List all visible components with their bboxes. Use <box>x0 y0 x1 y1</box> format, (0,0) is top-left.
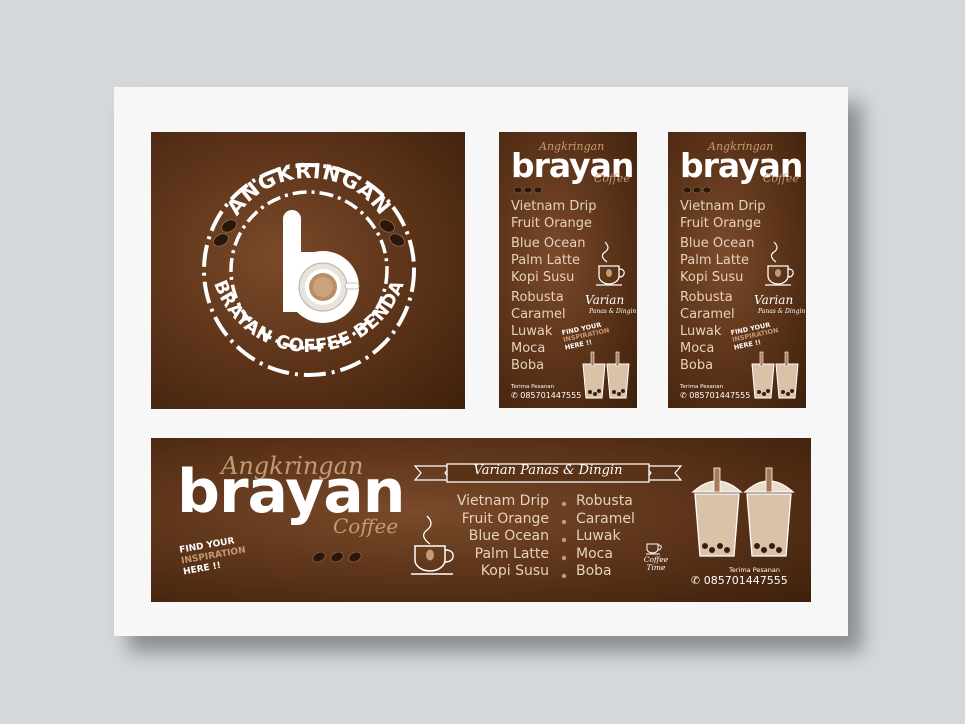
tagline: FIND YOUR INSPIRATION HERE !! <box>178 536 247 578</box>
coffee-bean-icon <box>682 186 712 194</box>
script-coffee: Coffee <box>333 514 399 538</box>
coffee-bean-icon <box>312 551 362 563</box>
whatsapp-icon: ✆ <box>680 391 687 400</box>
menu-right: Robusta Caramel Luwak Moca Boba <box>576 494 635 582</box>
script-coffee: Coffee <box>594 172 630 185</box>
menu-item: Fruit Orange <box>461 510 549 527</box>
menu-item: Kopi Susu <box>480 563 549 579</box>
menu-item: Fruit Orange <box>511 216 592 231</box>
menu-item: Robusta <box>680 290 733 305</box>
coffee-bean-icon <box>513 186 543 194</box>
menu-item: Vietnam Drip <box>456 493 549 509</box>
brand-wordmark: brayan <box>177 457 405 527</box>
boba-cups-icon <box>582 351 630 399</box>
coffee-cup-icon <box>411 515 454 575</box>
menu-item: Fruit Orange <box>680 216 761 231</box>
menu-item: Blue Ocean <box>511 236 586 251</box>
whatsapp-icon: ✆ <box>511 391 518 400</box>
menu-item: Robusta <box>511 290 564 305</box>
vertical-banner-2: Angkringan brayan Coffee Vietnam Drip Fr… <box>668 132 806 408</box>
coffee-cup-icon <box>596 241 625 286</box>
menu-item: Palm Latte <box>680 253 750 268</box>
menu-item: Palm Latte <box>511 253 581 268</box>
varian-sub: Panas & Dingin <box>589 308 637 315</box>
phone-number: ✆ 085701447555 <box>680 391 751 400</box>
menu-item: Caramel <box>576 510 635 527</box>
logo-panel: ANGKRINGAN BRAYAN COFFEE BENDA <box>151 132 465 409</box>
menu-item: Blue Ocean <box>468 528 549 544</box>
order-label: Terima Pesanan <box>729 566 781 574</box>
boba-cups-icon <box>751 351 799 399</box>
phone-number: ✆ 085701447555 <box>691 574 788 587</box>
boba-cups-icon <box>691 467 795 557</box>
vertical-banner-1: Angkringan brayan Coffee Vietnam Drip Fr… <box>499 132 637 408</box>
coffee-cup-icon <box>646 543 662 555</box>
ribbon-text: Varian Panas & Dingin <box>473 463 623 478</box>
menu-item: Boba <box>576 563 612 579</box>
varian-sub: Panas & Dingin <box>758 308 806 315</box>
menu-item: Moca <box>576 545 613 562</box>
varian-label: Varian <box>754 293 794 307</box>
whatsapp-icon: ✆ <box>691 574 701 587</box>
menu-item: Palm Latte <box>474 545 549 562</box>
menu-item: Robusta <box>576 493 633 509</box>
menu-item: Kopi Susu <box>511 270 575 285</box>
coffee-cup-icon <box>765 241 794 286</box>
menu-item: Kopi Susu <box>680 270 744 285</box>
varian-label: Varian <box>585 293 625 307</box>
coffee-time-label: Coffee Time <box>643 555 669 573</box>
menu-item: Blue Ocean <box>680 236 755 251</box>
order-label: Terima Pesanan <box>511 384 555 390</box>
menu-divider-dots <box>561 501 567 579</box>
order-label: Terima Pesanan <box>680 384 724 390</box>
menu-left: Vietnam Drip Fruit Orange Blue Ocean Pal… <box>457 494 549 582</box>
phone-number: ✆ 085701447555 <box>511 391 582 400</box>
menu-item: Caramel <box>680 307 735 322</box>
arc-top-text: ANGKRINGAN <box>222 159 396 220</box>
circular-logo: ANGKRINGAN BRAYAN COFFEE BENDA <box>202 159 416 377</box>
script-coffee: Coffee <box>763 172 799 185</box>
menu-item: Caramel <box>511 307 566 322</box>
horizontal-banner: Angkringan brayan Coffee FIND YOUR INSPI… <box>151 438 811 602</box>
menu-item: Vietnam Drip <box>680 199 766 214</box>
menu-item: Luwak <box>576 528 621 544</box>
menu-item: Vietnam Drip <box>511 199 597 214</box>
